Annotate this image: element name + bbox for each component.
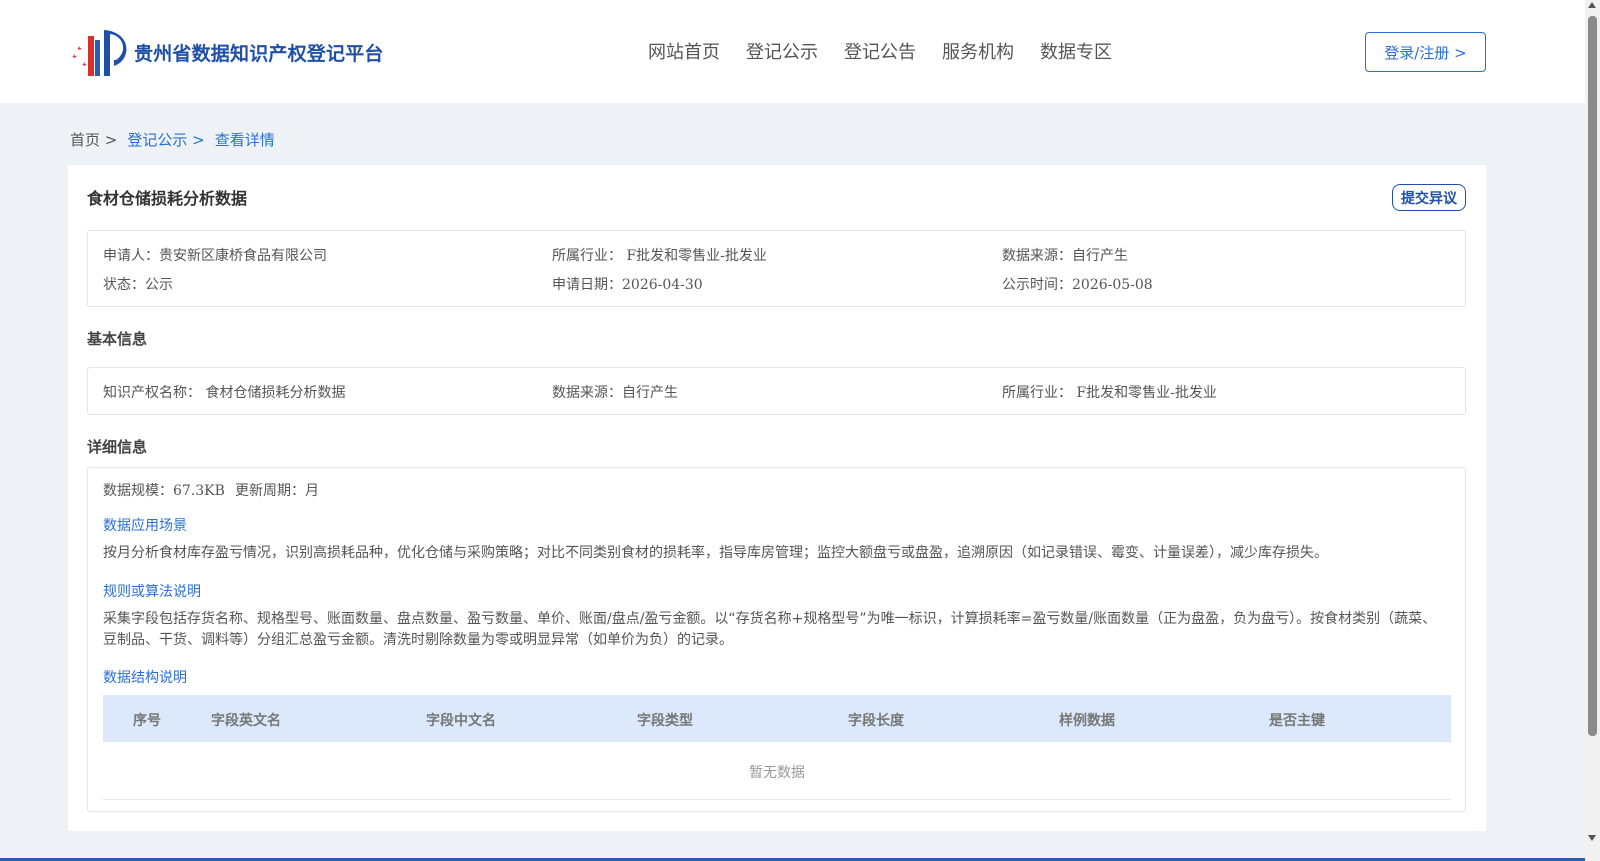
structure-heading: 数据结构说明 <box>103 670 187 686</box>
basic-industry-text: 所属行业： F批发和零售业-批发业 <box>1002 385 1217 401</box>
th-field-type: 字段类型 <box>637 713 693 729</box>
publish-date-text: 公示时间：2026-05-08 <box>1002 277 1153 293</box>
th-field-chinese: 字段中文名 <box>426 713 496 729</box>
breadcrumb: 首页 > 登记公示 > 查看详情 <box>70 129 275 150</box>
logo-emblem-icon <box>70 26 130 78</box>
login-register-button[interactable]: 登录/注册 > <box>1365 32 1486 72</box>
basic-info-heading: 基本信息 <box>87 330 148 348</box>
table-header-row: 序号 字段英文名 字段中文名 字段类型 字段长度 样例数据 是否主键 <box>103 695 1451 742</box>
scenario-text: 按月分析食材库存盈亏情况，识别高损耗品种，优化仓储与采购策略；对比不同类别食材的… <box>103 545 1328 561</box>
scroll-up-arrow-icon[interactable] <box>1588 2 1596 8</box>
th-primary-key: 是否主键 <box>1269 713 1325 729</box>
breadcrumb-publicity[interactable]: 登记公示 > <box>127 129 204 150</box>
site-header: 贵州省数据知识产权登记平台 网站首页 登记公示 登记公告 服务机构 数据专区 登… <box>0 0 1585 103</box>
th-index: 序号 <box>133 713 161 729</box>
nav-data-zone[interactable]: 数据专区 <box>1040 38 1112 64</box>
breadcrumb-home[interactable]: 首页 > <box>70 129 117 150</box>
applicant-text: 申请人：贵安新区康桥食品有限公司 <box>103 248 327 264</box>
summary-box: 申请人：贵安新区康桥食品有限公司 所属行业： F批发和零售业-批发业 数据来源：… <box>87 230 1466 307</box>
data-structure-table: 序号 字段英文名 字段中文名 字段类型 字段长度 样例数据 是否主键 暂无数据 <box>103 695 1451 800</box>
basic-source-text: 数据来源：自行产生 <box>552 385 678 401</box>
page-title: 食材仓储损耗分析数据 <box>87 189 248 208</box>
rule-heading: 规则或算法说明 <box>103 584 201 600</box>
ip-name-text: 知识产权名称： 食材仓储损耗分析数据 <box>103 385 346 401</box>
submit-dispute-button[interactable]: 提交异议 <box>1392 184 1466 211</box>
scrollbar-thumb[interactable] <box>1588 16 1597 736</box>
scroll-down-arrow-icon[interactable] <box>1588 835 1596 841</box>
page-scrollbar[interactable] <box>1585 0 1600 861</box>
table-body: 暂无数据 <box>103 742 1451 800</box>
update-cycle-text: 更新周期：月 <box>235 483 319 499</box>
rule-text: 采集字段包括存货名称、规格型号、账面数量、盘点数量、盈亏数量、单价、账面/盘点/… <box>103 611 1437 648</box>
status-text: 状态：公示 <box>103 277 173 293</box>
nav-home[interactable]: 网站首页 <box>648 38 720 64</box>
data-scale-text: 数据规模：67.3KB <box>103 483 225 499</box>
th-field-length: 字段长度 <box>848 713 904 729</box>
empty-state-text: 暂无数据 <box>749 765 805 781</box>
main-nav: 网站首页 登记公示 登记公告 服务机构 数据专区 <box>648 38 1138 64</box>
detail-info-box: 数据规模：67.3KB 更新周期：月 数据应用场景 按月分析食材库存盈亏情况，识… <box>87 467 1466 812</box>
th-field-english: 字段英文名 <box>211 713 281 729</box>
nav-service-agencies[interactable]: 服务机构 <box>942 38 1014 64</box>
site-logo[interactable]: 贵州省数据知识产权登记平台 <box>70 26 384 78</box>
detail-card: 食材仓储损耗分析数据 提交异议 申请人：贵安新区康桥食品有限公司 所属行业： F… <box>68 165 1486 831</box>
th-sample-data: 样例数据 <box>1059 713 1115 729</box>
scenario-heading: 数据应用场景 <box>103 518 187 534</box>
apply-date-text: 申请日期：2026-04-30 <box>552 277 703 293</box>
source-text: 数据来源：自行产生 <box>1002 248 1128 264</box>
industry-text: 所属行业： F批发和零售业-批发业 <box>552 248 767 264</box>
detail-info-heading: 详细信息 <box>87 438 148 456</box>
nav-registration-publicity[interactable]: 登记公示 <box>746 38 818 64</box>
basic-info-box: 知识产权名称： 食材仓储损耗分析数据 数据来源：自行产生 所属行业： F批发和零… <box>87 367 1466 415</box>
breadcrumb-current: 查看详情 <box>214 131 275 149</box>
logo-text: 贵州省数据知识产权登记平台 <box>134 42 384 65</box>
nav-registration-announcement[interactable]: 登记公告 <box>844 38 916 64</box>
